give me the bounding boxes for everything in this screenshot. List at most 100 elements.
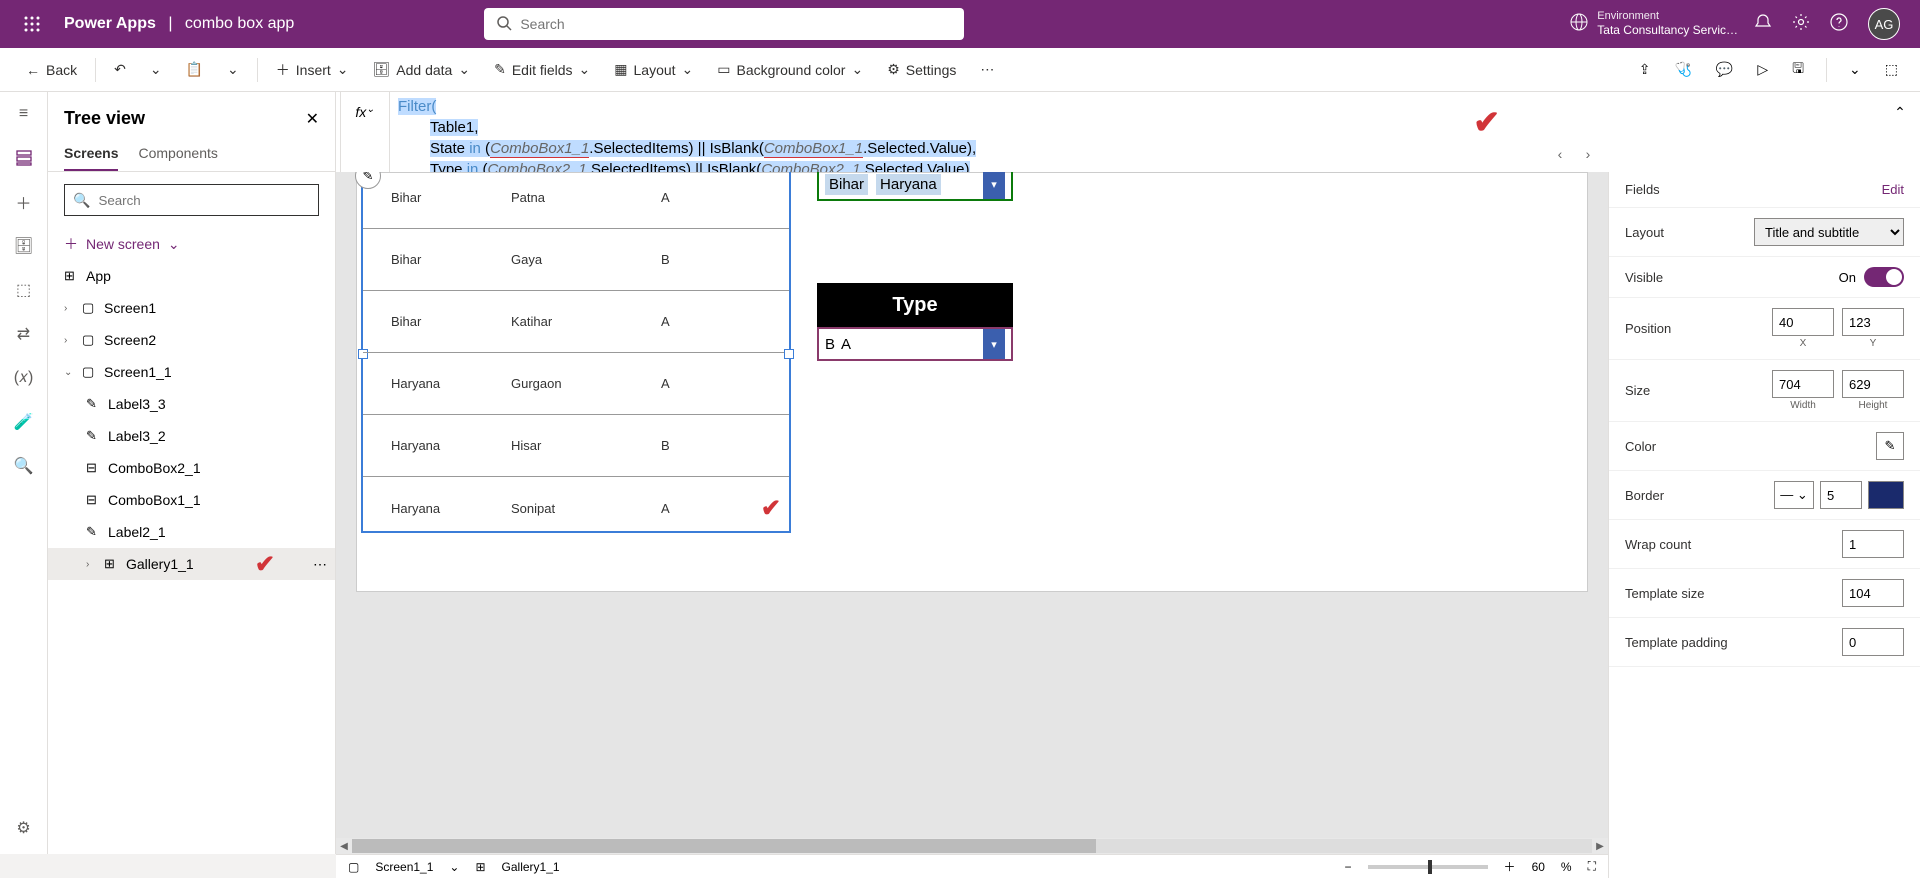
insert-button[interactable]: ＋Insert⌄ xyxy=(266,52,359,88)
tree-item-gallery1-1[interactable]: ›⊞Gallery1_1✔⋯ xyxy=(48,548,335,580)
nav-next-icon[interactable]: › xyxy=(1576,140,1600,168)
play-icon[interactable]: ▷ xyxy=(1751,55,1774,84)
chevron-right-icon[interactable]: › xyxy=(86,559,98,570)
zoom-in-icon[interactable]: ＋ xyxy=(1504,858,1516,875)
breadcrumb-control[interactable]: Gallery1_1 xyxy=(502,860,560,874)
close-icon[interactable]: ✕ xyxy=(306,109,319,129)
gallery-row[interactable]: BiharGayaB xyxy=(363,229,789,291)
color-picker[interactable]: ✎ xyxy=(1876,432,1904,460)
combobox-state[interactable]: Bihar Haryana ▾ xyxy=(817,172,1013,201)
avatar[interactable]: AG xyxy=(1868,8,1900,40)
width-input[interactable] xyxy=(1772,370,1834,398)
waffle-icon[interactable] xyxy=(8,16,56,32)
gallery-row[interactable]: HaryanaHisarB xyxy=(363,415,789,477)
notifications-icon[interactable] xyxy=(1754,13,1772,36)
hamburger-icon[interactable]: ≡ xyxy=(14,104,34,124)
template-size-input[interactable] xyxy=(1842,579,1904,607)
edit-fields-button[interactable]: ✎Edit fields⌄ xyxy=(484,52,600,88)
tree-item-app[interactable]: ⊞App xyxy=(48,260,335,292)
chevron-down-icon[interactable]: ⌄ xyxy=(449,860,459,874)
bgcolor-button[interactable]: ▭Background color⌄ xyxy=(707,52,873,88)
new-screen-button[interactable]: ＋ New screen ⌄ xyxy=(48,228,335,260)
chevron-right-icon[interactable]: › xyxy=(64,303,76,314)
tree-item-label3-2[interactable]: ✎Label3_2 xyxy=(48,420,335,452)
tree-search-input[interactable] xyxy=(98,193,310,208)
combo-chip[interactable]: B xyxy=(825,336,835,353)
gallery-selection[interactable]: BiharPatnaA BiharGayaB BiharKatiharA Har… xyxy=(361,172,791,533)
border-width-input[interactable] xyxy=(1820,481,1862,509)
tree-search[interactable]: 🔍 xyxy=(64,184,319,216)
global-search[interactable] xyxy=(484,8,964,40)
search-input[interactable] xyxy=(520,16,952,32)
combobox-type[interactable]: B A ▾ xyxy=(817,327,1013,361)
search-rail-icon[interactable]: 🔍 xyxy=(14,456,34,476)
paste-dropdown[interactable]: ⌄ xyxy=(217,52,249,88)
combo-chip[interactable]: A xyxy=(841,336,851,353)
scroll-right-icon[interactable]: ▶ xyxy=(1592,841,1608,852)
chevron-down-icon[interactable]: ⌄ xyxy=(64,367,76,378)
media-icon[interactable]: ⬚ xyxy=(14,280,34,300)
combo-chip[interactable]: Bihar xyxy=(825,174,868,195)
tab-screens[interactable]: Screens xyxy=(64,137,118,171)
nav-prev-icon[interactable]: ‹ xyxy=(1548,140,1572,168)
data-icon[interactable]: 🗄 xyxy=(14,236,34,256)
position-x-input[interactable] xyxy=(1772,308,1834,336)
position-y-input[interactable] xyxy=(1842,308,1904,336)
canvas[interactable]: ✎ BiharPatnaA BiharGayaB BiharKatiharA H… xyxy=(356,172,1588,592)
wrap-count-input[interactable] xyxy=(1842,530,1904,558)
add-data-button[interactable]: 🗄Add data⌄ xyxy=(363,52,481,88)
layout-button[interactable]: ▦Layout⌄ xyxy=(604,52,703,88)
publish-dropdown[interactable]: ⌄ xyxy=(1843,55,1867,84)
environment-picker[interactable]: Environment Tata Consultancy Servic… xyxy=(1569,10,1738,38)
variables-icon[interactable]: (𝑥) xyxy=(14,368,34,388)
gallery-row[interactable]: HaryanaSonipatA✔ xyxy=(363,477,789,539)
tree-item-combobox2-1[interactable]: ⊟ComboBox2_1 xyxy=(48,452,335,484)
chevron-right-icon[interactable]: › xyxy=(64,335,76,346)
tree-view-icon[interactable] xyxy=(14,148,34,168)
border-color-picker[interactable] xyxy=(1868,481,1904,509)
checker-icon[interactable]: 🩺 xyxy=(1668,55,1697,84)
tree-item-screen1-1[interactable]: ⌄▢Screen1_1 xyxy=(48,356,335,388)
canvas-hscrollbar[interactable]: ◀ ▶ xyxy=(336,838,1608,854)
undo-dropdown[interactable]: ⌄ xyxy=(140,52,172,88)
visible-toggle[interactable] xyxy=(1864,267,1904,287)
undo-button[interactable]: ↶ xyxy=(104,52,136,88)
save-icon[interactable]: 🖫 xyxy=(1786,52,1810,88)
tree-item-label2-1[interactable]: ✎Label2_1 xyxy=(48,516,335,548)
scroll-thumb[interactable] xyxy=(352,839,1096,853)
tab-components[interactable]: Components xyxy=(138,137,217,171)
insert-icon[interactable]: ＋ xyxy=(14,192,34,212)
gallery-row[interactable]: BiharPatnaA xyxy=(363,172,789,229)
flows-icon[interactable]: ⇄ xyxy=(14,324,34,344)
border-style-select[interactable]: — ⌄ xyxy=(1774,481,1814,509)
chevron-down-icon[interactable]: ▾ xyxy=(983,172,1005,199)
tree-item-screen2[interactable]: ›▢Screen2 xyxy=(48,324,335,356)
height-input[interactable] xyxy=(1842,370,1904,398)
tree-item-label3-3[interactable]: ✎Label3_3 xyxy=(48,388,335,420)
tree-item-screen1[interactable]: ›▢Screen1 xyxy=(48,292,335,324)
scroll-left-icon[interactable]: ◀ xyxy=(336,841,352,852)
gallery-row[interactable]: BiharKatiharA xyxy=(363,291,789,353)
share-icon[interactable]: ⇪ xyxy=(1633,55,1657,84)
gallery-row[interactable]: HaryanaGurgaonA xyxy=(363,353,789,415)
tree-item-combobox1-1[interactable]: ⊟ComboBox1_1 xyxy=(48,484,335,516)
help-icon[interactable] xyxy=(1830,13,1848,36)
fit-screen-icon[interactable]: ⛶ xyxy=(1588,859,1596,874)
zoom-out-icon[interactable]: − xyxy=(1345,860,1352,874)
chevron-down-icon[interactable]: ▾ xyxy=(983,329,1005,359)
tests-icon[interactable]: 🧪 xyxy=(14,412,34,432)
edit-fields-link[interactable]: Edit xyxy=(1882,182,1904,197)
zoom-slider[interactable] xyxy=(1368,865,1488,869)
paste-button[interactable]: 📋 xyxy=(176,52,213,88)
back-button[interactable]: ←Back xyxy=(16,52,87,88)
settings-button[interactable]: ⚙Settings xyxy=(877,52,966,88)
template-padding-input[interactable] xyxy=(1842,628,1904,656)
settings-rail-icon[interactable]: ⚙ xyxy=(14,818,34,838)
layout-select[interactable]: Title and subtitle xyxy=(1754,218,1904,246)
more-button[interactable]: ⋯ xyxy=(970,52,1004,88)
comments-icon[interactable]: 💬 xyxy=(1710,55,1739,84)
breadcrumb-screen[interactable]: Screen1_1 xyxy=(375,860,433,874)
publish-icon[interactable]: ⬚ xyxy=(1879,55,1904,84)
canvas-area[interactable]: ✎ BiharPatnaA BiharGayaB BiharKatiharA H… xyxy=(336,172,1608,854)
more-icon[interactable]: ⋯ xyxy=(313,556,327,573)
